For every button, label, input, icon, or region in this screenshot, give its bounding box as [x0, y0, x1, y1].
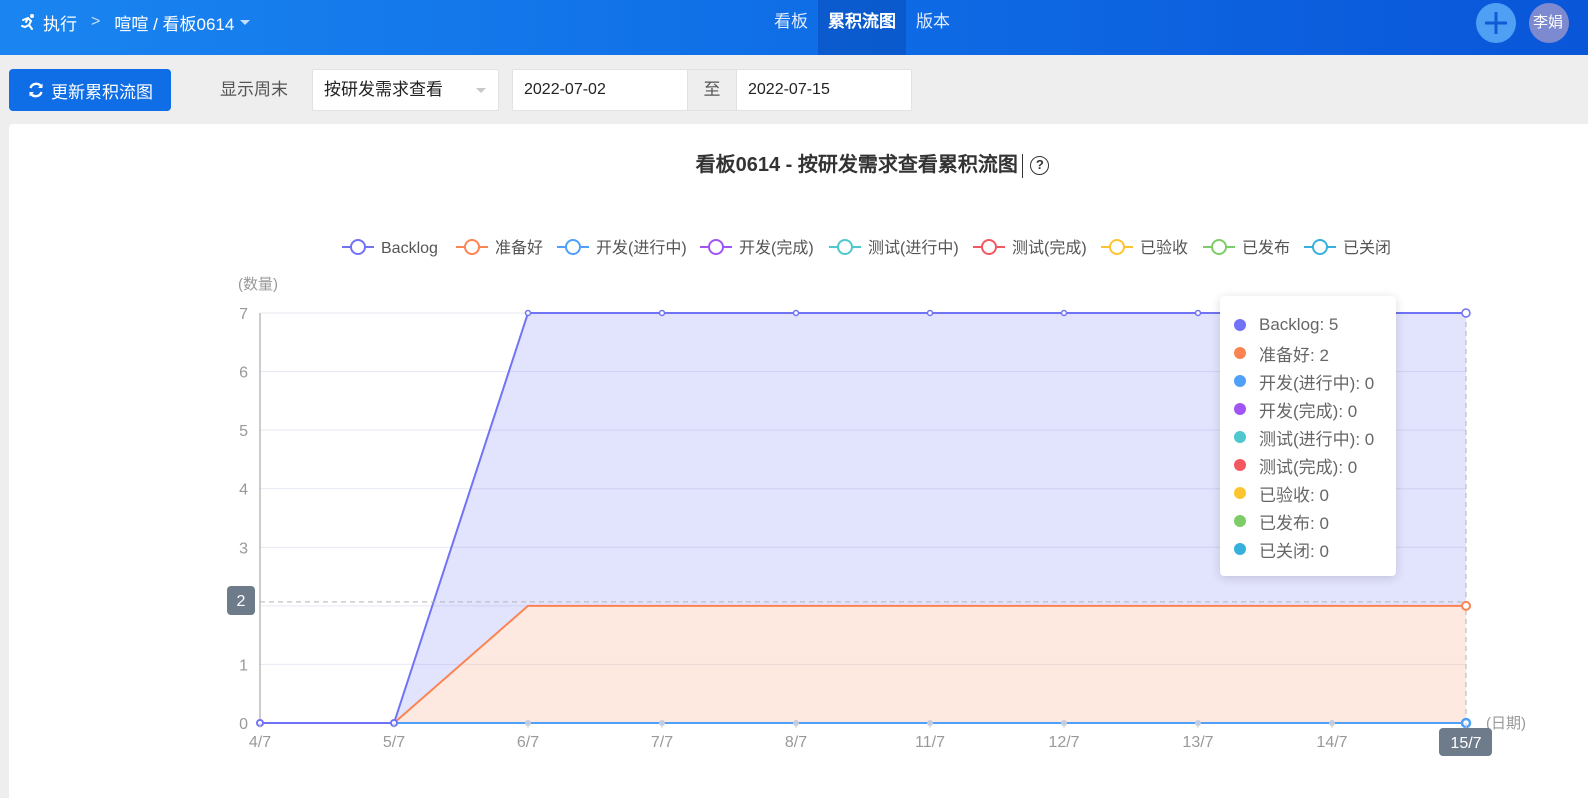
tooltip-row: 已发布: 0 [1234, 507, 1396, 535]
tooltip-row: 已关闭: 0 [1234, 535, 1396, 563]
x-tick-label: 11/7 [915, 734, 945, 751]
data-point-backlog[interactable] [1461, 308, 1471, 318]
tooltip-row-label: 开发(进行中): 0 [1259, 373, 1375, 393]
tooltip-series-dot [1234, 487, 1246, 499]
data-point-backlog[interactable] [524, 309, 532, 317]
data-point-backlog[interactable] [926, 309, 934, 317]
x-axis-label: (日期) [1486, 715, 1526, 732]
data-point-backlog[interactable] [1194, 309, 1202, 317]
tooltip-series-dot [1234, 459, 1246, 471]
axis-pointer-x-label: 15/7 [1450, 735, 1481, 752]
tooltip-row: Backlog: 5 [1234, 311, 1396, 339]
legend-marker[interactable] [565, 239, 581, 255]
data-point-backlog[interactable] [1060, 309, 1068, 317]
legend-marker[interactable] [981, 239, 997, 255]
legend-marker[interactable] [1312, 239, 1328, 255]
tooltip-series-dot [1234, 319, 1246, 331]
y-tick-label: 6 [239, 365, 248, 382]
tooltip-row-label: Backlog: 5 [1259, 315, 1339, 334]
y-tick-label: 0 [239, 716, 248, 733]
x-tick-label: 7/7 [651, 734, 673, 751]
tooltip-row: 开发(进行中): 0 [1234, 367, 1396, 395]
tooltip-series-dot [1234, 543, 1246, 555]
legend-item-label: 准备好 [495, 239, 543, 257]
x-tick-label: 14/7 [1316, 734, 1347, 751]
tooltip-row-label: 准备好: 2 [1259, 345, 1329, 365]
legend-item-label: 测试(完成) [1012, 239, 1087, 257]
x-tick-label: 4/7 [249, 734, 271, 751]
data-point-backlog[interactable] [658, 309, 666, 317]
tooltip-row: 已验收: 0 [1234, 479, 1396, 507]
tooltip-series-dot [1234, 515, 1246, 527]
legend-marker[interactable] [708, 239, 724, 255]
tooltip-row: 准备好: 2 [1234, 339, 1396, 367]
legend-item-label: 开发(进行中) [596, 239, 687, 257]
tooltip-row-label: 测试(进行中): 0 [1259, 429, 1375, 449]
legend-item-label: 已关闭 [1343, 239, 1391, 257]
data-point-ready[interactable] [1461, 600, 1471, 611]
x-tick-label: 5/7 [383, 734, 405, 751]
x-tick-label: 12/7 [1048, 734, 1079, 751]
tooltip-row-label: 开发(完成): 0 [1259, 401, 1358, 421]
tooltip-row-label: 测试(完成): 0 [1259, 457, 1358, 477]
legend-item-label: 已发布 [1242, 239, 1290, 257]
data-point-backlog[interactable] [792, 309, 800, 317]
tooltip-row: 测试(进行中): 0 [1234, 423, 1396, 451]
legend-marker[interactable] [837, 239, 853, 255]
legend-marker[interactable] [350, 239, 366, 255]
axis-pointer-y-label: 2 [237, 593, 246, 610]
tooltip-series-dot [1234, 403, 1246, 415]
x-tick-label: 6/7 [517, 734, 539, 751]
legend-marker[interactable] [464, 239, 480, 255]
y-tick-label: 4 [239, 482, 248, 499]
tooltip-series-dot [1234, 347, 1246, 359]
legend-marker[interactable] [1211, 239, 1227, 255]
legend-item-label: 已验收 [1140, 239, 1188, 257]
legend-item-label: 开发(完成) [739, 239, 814, 257]
legend-item-label: 测试(进行中) [868, 239, 959, 257]
y-axis-label: (数量) [238, 276, 278, 293]
tooltip-row-label: 已关闭: 0 [1259, 541, 1329, 561]
legend-item-label: Backlog [381, 240, 438, 257]
tooltip-row: 开发(完成): 0 [1234, 395, 1396, 423]
legend-marker[interactable] [1109, 239, 1125, 255]
y-tick-label: 3 [239, 540, 248, 557]
y-tick-label: 5 [239, 423, 248, 440]
y-tick-label: 7 [239, 306, 248, 323]
tooltip-row-label: 已发布: 0 [1259, 513, 1329, 533]
tooltip-series-dot [1234, 375, 1246, 387]
x-tick-label: 8/7 [785, 734, 807, 751]
y-tick-label: 1 [239, 657, 248, 674]
tooltip-series-dot [1234, 431, 1246, 443]
chart-tooltip: Backlog: 5 准备好: 2 开发(进行中): 0 开发(完成): 0 测试(进行… [1220, 296, 1396, 576]
tooltip-row: 测试(完成): 0 [1234, 451, 1396, 479]
x-tick-label: 13/7 [1182, 734, 1213, 751]
tooltip-row-label: 已验收: 0 [1259, 485, 1329, 505]
